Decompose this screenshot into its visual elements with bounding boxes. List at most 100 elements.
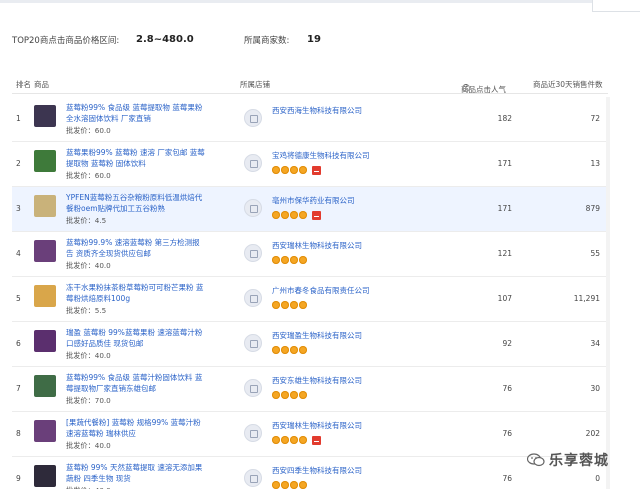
sales-30days: 34: [590, 339, 600, 348]
shop-name-link[interactable]: 西安西海生物科技有限公司: [272, 105, 362, 116]
table-row[interactable]: 7 蓝莓粉99% 食品级 蓝莓汁粉固体饮料 蓝莓提取物厂家直销东雄包邮 批发价：70…: [12, 367, 608, 412]
shop-rating: [272, 256, 307, 265]
product-title-link[interactable]: 蓝莓粉99% 食品级 蓝莓提取物 蓝莓果粉 全水溶固体饮料 厂家直销: [66, 102, 206, 124]
table-row[interactable]: 3 YPFEN蓝莓粉五谷杂粮粉原料低温烘焙代餐粉oem贴牌代加工五谷粉熟 批发价：4…: [12, 187, 608, 232]
top-gray-bar: [0, 0, 592, 3]
table-row[interactable]: 8 [果蔬代餐粉] 蓝莓粉 规格99% 蓝莓汁粉 速溶蓝莓粉 瑞林供应 批发价：40…: [12, 412, 608, 457]
product-title-link[interactable]: YPFEN蓝莓粉五谷杂粮粉原料低温烘焙代餐粉oem贴牌代加工五谷粉熟: [66, 192, 206, 214]
star-icon: [281, 256, 289, 264]
click-popularity: 171: [497, 159, 512, 168]
star-icon: [281, 391, 289, 399]
star-icon: [281, 166, 289, 174]
product-thumbnail[interactable]: [34, 105, 56, 127]
star-icon: [272, 166, 280, 174]
row-rank: 5: [16, 294, 21, 303]
shop-name-link[interactable]: 宝鸡将德康生物科技有限公司: [272, 150, 370, 161]
product-price: 批发价：5.5: [66, 306, 107, 315]
shop-name-link[interactable]: 亳州市保华药业有限公司: [272, 195, 355, 206]
star-icon: [281, 301, 289, 309]
col-sales[interactable]: 商品近30天销售件数: [533, 79, 603, 90]
product-price: 批发价：70.0: [66, 396, 111, 405]
table-header: 排名 商品 所属店铺 商品点击人气? 商品近30天销售件数: [12, 74, 608, 94]
shop-name-link[interactable]: 西安瑞林生物科技有限公司: [272, 240, 362, 251]
shop-name-link[interactable]: 西安瑞盈生物科技有限公司: [272, 330, 362, 341]
row-rank: 6: [16, 339, 21, 348]
star-icon: [290, 391, 298, 399]
shop-logo-icon[interactable]: [244, 109, 262, 127]
table-row[interactable]: 9蓝莓粉 99% 天然蓝莓提取 速溶无添加果蔬粉 四季生物 现货批发价：40.0…: [12, 457, 608, 489]
top-strip: [0, 0, 640, 12]
shop-rating: [272, 391, 307, 400]
product-thumbnail[interactable]: [34, 285, 56, 307]
star-icon: [290, 346, 298, 354]
product-thumbnail[interactable]: [34, 150, 56, 172]
table-row[interactable]: 2 蓝莓果粉99% 蓝莓粉 速溶 厂家包邮 蓝莓提取物 蓝莓粉 固体饮料 批发价：6…: [12, 142, 608, 187]
shop-logo-icon[interactable]: [244, 289, 262, 307]
shop-name-link[interactable]: 西安四季生物科技有限公司: [272, 465, 362, 476]
shop-logo-icon[interactable]: [244, 334, 262, 352]
product-title-link[interactable]: 蓝莓粉99.9% 速溶蓝莓粉 第三方检测报告 资质齐全现货供应包邮: [66, 237, 206, 259]
table-row[interactable]: 4 蓝莓粉99.9% 速溶蓝莓粉 第三方检测报告 资质齐全现货供应包邮批发价：40…: [12, 232, 608, 277]
star-icon: [290, 211, 298, 219]
product-thumbnail[interactable]: [34, 195, 56, 217]
row-rank: 4: [16, 249, 21, 258]
scrollbar[interactable]: [606, 97, 610, 489]
shop-name-link[interactable]: 广州市春冬食品有限责任公司: [272, 285, 370, 296]
product-title-link[interactable]: [果蔬代餐粉] 蓝莓粉 规格99% 蓝莓汁粉 速溶蓝莓粉 瑞林供应: [66, 417, 206, 439]
product-title-link[interactable]: 蓝莓粉 99% 天然蓝莓提取 速溶无添加果蔬粉 四季生物 现货: [66, 462, 206, 484]
shop-logo-icon[interactable]: [244, 469, 262, 487]
shop-rating: [272, 211, 321, 220]
product-price: 批发价：60.0: [66, 171, 111, 180]
sales-30days: 0: [595, 474, 600, 483]
product-thumbnail[interactable]: [34, 375, 56, 397]
star-icon: [299, 391, 307, 399]
star-icon: [281, 346, 289, 354]
row-rank: 1: [16, 114, 21, 123]
product-title-link[interactable]: 瑞盈 蓝莓粉 99%蓝莓果粉 速溶蓝莓汁粉 口感好品质佳 现货包邮: [66, 327, 206, 349]
product-thumbnail[interactable]: [34, 240, 56, 262]
shop-logo-icon[interactable]: [244, 244, 262, 262]
sales-30days: 11,291: [573, 294, 600, 303]
star-icon: [272, 256, 280, 264]
shop-logo-icon[interactable]: [244, 199, 262, 217]
product-thumbnail[interactable]: [34, 330, 56, 352]
star-icon: [299, 256, 307, 264]
merchant-count-value: 19: [307, 33, 321, 45]
product-title-link[interactable]: 冻干水果粉抹茶粉草莓粉可可粉芒果粉 蓝莓粉烘焙原料100g: [66, 282, 206, 304]
top-corner-panel: [592, 0, 640, 12]
star-icon: [299, 346, 307, 354]
sales-30days: 55: [590, 249, 600, 258]
star-icon: [290, 256, 298, 264]
star-icon: [272, 211, 280, 219]
shop-rating: [272, 166, 321, 175]
shop-name-link[interactable]: 西安瑞林生物科技有限公司: [272, 420, 362, 431]
shop-rating: [272, 301, 307, 310]
shop-logo-icon[interactable]: [244, 379, 262, 397]
click-popularity: 76: [502, 474, 512, 483]
info-icon[interactable]: ?: [462, 84, 470, 92]
product-thumbnail[interactable]: [34, 465, 56, 487]
table-row[interactable]: 5 冻干水果粉抹茶粉草莓粉可可粉芒果粉 蓝莓粉烘焙原料100g 批发价：5.5 广州市…: [12, 277, 608, 322]
table-row[interactable]: 1 蓝莓粉99% 食品级 蓝莓提取物 蓝莓果粉 全水溶固体饮料 厂家直销 批发价：6…: [12, 97, 608, 142]
sales-30days: 202: [585, 429, 600, 438]
shop-name-link[interactable]: 西安东雄生物科技有限公司: [272, 375, 362, 386]
star-icon: [290, 481, 298, 489]
star-icon: [299, 211, 307, 219]
product-price: 批发价：40.0: [66, 261, 111, 270]
click-popularity: 107: [497, 294, 512, 303]
badge-icon: [312, 436, 321, 445]
table-row[interactable]: 6 瑞盈 蓝莓粉 99%蓝莓果粉 速溶蓝莓汁粉 口感好品质佳 现货包邮 批发价：40…: [12, 322, 608, 367]
product-title-link[interactable]: 蓝莓粉99% 食品级 蓝莓汁粉固体饮料 蓝莓提取物厂家直销东雄包邮: [66, 372, 206, 394]
shop-logo-icon[interactable]: [244, 154, 262, 172]
star-icon: [272, 436, 280, 444]
product-thumbnail[interactable]: [34, 420, 56, 442]
price-range-value: 2.8~480.0: [136, 33, 194, 45]
shop-logo-icon[interactable]: [244, 424, 262, 442]
product-title-link[interactable]: 蓝莓果粉99% 蓝莓粉 速溶 厂家包邮 蓝莓提取物 蓝莓粉 固体饮料: [66, 147, 206, 169]
sales-30days: 72: [590, 114, 600, 123]
watermark: 乐享蓉城: [526, 448, 609, 472]
click-popularity: 171: [497, 204, 512, 213]
star-icon: [299, 301, 307, 309]
star-icon: [281, 436, 289, 444]
star-icon: [272, 346, 280, 354]
